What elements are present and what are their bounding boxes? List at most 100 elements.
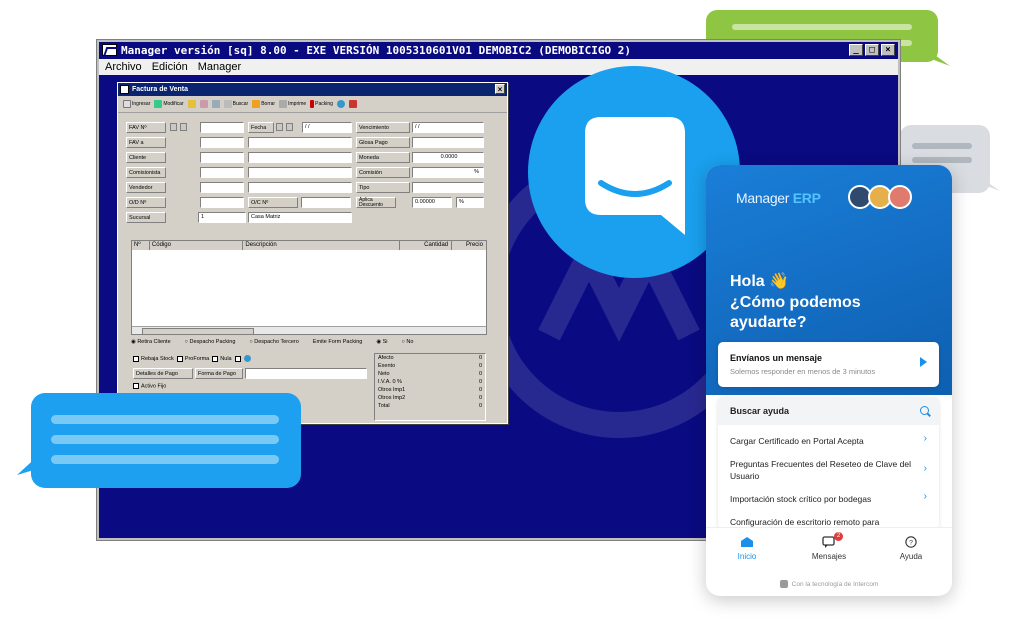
help-card: Buscar ayuda Cargar Certificado en Porta…: [718, 397, 939, 529]
total-row: Afecto 0: [378, 355, 482, 361]
fav-a-name-field[interactable]: [248, 137, 352, 148]
grid-scrollbar[interactable]: [132, 326, 486, 335]
intercom-icon: [779, 580, 788, 589]
radio-despacho-packing[interactable]: ○ Despacho Packing: [185, 339, 236, 349]
menu-manager[interactable]: Manager: [198, 59, 241, 75]
detalles-pago-button[interactable]: Detalles de Pago: [133, 368, 193, 379]
lookup-icon[interactable]: [180, 123, 187, 131]
label-cliente: Cliente: [126, 152, 166, 163]
descuento-pct-field[interactable]: %: [456, 197, 484, 208]
radio-despacho-tercero[interactable]: ○ Despacho Tercero: [249, 339, 298, 349]
toolbar-ingresar[interactable]: Ingresar: [123, 100, 150, 108]
maximize-button[interactable]: □: [865, 44, 879, 56]
greeting: Hola 👋: [730, 273, 790, 290]
vendedor-field[interactable]: [200, 182, 244, 193]
moneda-field[interactable]: 0.0000: [412, 152, 484, 163]
fav-a-field[interactable]: [200, 137, 244, 148]
items-grid[interactable]: Nº Código Descripción Cantidad Precio: [131, 240, 487, 335]
radio-retira-cliente[interactable]: ◉ Retira Cliente: [131, 339, 171, 349]
nav-inicio[interactable]: Inicio: [706, 528, 788, 573]
toolbar-gear-icon[interactable]: [199, 100, 208, 108]
toolbar-globe-icon[interactable]: [336, 100, 345, 108]
forma-pago-select[interactable]: [245, 368, 367, 379]
search-help-row[interactable]: Buscar ayuda: [718, 397, 939, 425]
nav-ayuda[interactable]: ? Ayuda: [870, 528, 952, 573]
vencimiento-field[interactable]: / /: [412, 122, 484, 133]
date-spin-icon[interactable]: [276, 123, 283, 131]
label-comision: Comisión: [356, 167, 410, 178]
glosa-pago-field[interactable]: [412, 137, 484, 148]
check-activo-fijo[interactable]: Activo Fijo: [133, 383, 373, 389]
vendedor-name-field[interactable]: [248, 182, 352, 193]
chat-smile-icon: [585, 117, 685, 235]
label-sucursal: Sucursal: [126, 212, 166, 223]
chevron-right-icon: ›: [923, 463, 927, 474]
close-button[interactable]: ×: [881, 44, 895, 56]
od-no-field[interactable]: [200, 197, 244, 208]
cliente-field[interactable]: [200, 152, 244, 163]
toolbar-imprime[interactable]: Imprime: [279, 100, 306, 108]
tipo-field[interactable]: [412, 182, 484, 193]
help-article[interactable]: Preguntas Frecuentes del Reseteo de Clav…: [730, 458, 920, 482]
check-nula[interactable]: Nula: [212, 355, 232, 362]
delivery-options: ◉ Retira Cliente ○ Despacho Packing ○ De…: [131, 339, 487, 349]
team-avatars: [848, 185, 912, 209]
label-moneda: Moneda: [356, 152, 410, 163]
dialog-close-button[interactable]: ×: [495, 84, 505, 94]
calendar-icon[interactable]: [286, 123, 293, 131]
cliente-name-field[interactable]: [248, 152, 352, 163]
fecha-field[interactable]: / /: [302, 122, 352, 133]
descuento-field[interactable]: 0.00000: [412, 197, 452, 208]
comisionista-field[interactable]: [200, 167, 244, 178]
col-codigo: Código: [150, 241, 244, 250]
sucursal-name-field[interactable]: Casa Matriz: [248, 212, 352, 223]
oc-no-field[interactable]: [301, 197, 351, 208]
label-forma-pago: Forma de Pago: [195, 368, 243, 379]
help-article[interactable]: Cargar Certificado en Portal Acepta: [730, 435, 920, 447]
sucursal-code-field[interactable]: 1: [198, 212, 246, 223]
toolbar-copy-icon[interactable]: [211, 100, 220, 108]
app-title-bar[interactable]: Manager versión [sq] 8.00 - EXE VERSIÓN …: [99, 42, 898, 59]
label-fav-a: FAV a: [126, 137, 166, 148]
powered-by: Con la tecnología de Intercom: [706, 575, 952, 595]
grid-header: Nº Código Descripción Cantidad Precio: [132, 241, 486, 250]
globe-icon[interactable]: [244, 355, 252, 363]
toolbar-modificar[interactable]: Modificar: [154, 100, 184, 108]
check-extra[interactable]: [234, 355, 241, 362]
col-descripcion: Descripción: [243, 241, 401, 250]
total-row: Otros Imp2 0: [378, 395, 482, 401]
radio-no[interactable]: ○ No: [402, 339, 414, 349]
help-article[interactable]: Importación stock crítico por bodegas: [730, 493, 920, 505]
toolbar-packing[interactable]: Packing: [310, 100, 333, 108]
stage: Manager versión [sq] 8.00 - EXE VERSIÓN …: [0, 0, 1024, 624]
radio-si[interactable]: ◉ Si: [376, 339, 387, 349]
col-precio: Precio: [465, 242, 483, 248]
toolbar-book-icon[interactable]: [348, 100, 357, 108]
toolbar-borrar[interactable]: Borrar: [252, 100, 275, 108]
minimize-button[interactable]: _: [849, 44, 863, 56]
nav-mensajes[interactable]: 2 Mensajes: [788, 528, 870, 573]
toolbar-buscar[interactable]: Buscar: [223, 100, 248, 108]
spin-icon[interactable]: [170, 123, 177, 131]
label-tipo: Tipo: [356, 182, 410, 193]
send-message-card[interactable]: Envíanos un mensaje Solemos responder en…: [718, 342, 939, 387]
chevron-right-icon: ›: [923, 433, 927, 444]
label-fav-no: FAV Nº: [126, 122, 166, 133]
check-proforma[interactable]: ProForma: [176, 355, 209, 362]
label-emite-form-packing: Emite Form Packing: [312, 339, 363, 345]
fav-no-field[interactable]: [200, 122, 244, 133]
menu-edicion[interactable]: Edición: [152, 59, 188, 75]
label-od-no: O/D Nº: [126, 197, 166, 208]
label-comisionista: Comisionista: [126, 167, 166, 178]
toolbar-folder-icon[interactable]: [187, 100, 196, 108]
label-aplica-descuento: Aplica Descuento: [356, 197, 396, 208]
search-icon: [920, 406, 929, 415]
send-arrow-icon: [920, 357, 927, 367]
col-no: Nº: [132, 241, 150, 250]
check-rebaja-stock[interactable]: Rebaja Stock: [133, 355, 174, 362]
dialog-title-bar[interactable]: Factura de Venta ×: [118, 83, 507, 96]
menu-archivo[interactable]: Archivo: [105, 59, 142, 75]
label-fecha: Fecha: [248, 122, 274, 133]
comisionista-name-field[interactable]: [248, 167, 352, 178]
comision-field[interactable]: %: [412, 167, 484, 178]
